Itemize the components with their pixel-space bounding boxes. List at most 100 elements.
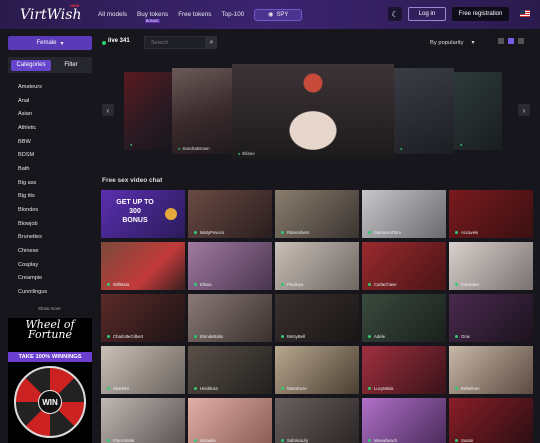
model-card[interactable]: SkarletX [101, 346, 185, 394]
model-card[interactable]: FrancisMar [101, 398, 185, 443]
gender-dropdown[interactable]: Female ▾ [8, 36, 92, 50]
model-card[interactable]: LucyMiela [362, 346, 446, 394]
carousel-next-button[interactable]: › [518, 104, 530, 116]
model-name: Elissa [200, 282, 212, 287]
grid-small-icon[interactable] [498, 38, 504, 44]
model-name: Accaveis [461, 230, 479, 235]
category-item[interactable]: Cosplay [18, 258, 90, 272]
tab-categories[interactable]: Categories [11, 59, 51, 71]
login-button[interactable]: Log in [408, 7, 446, 21]
spy-button[interactable]: ◉ SPY [254, 8, 303, 21]
online-dot-icon [281, 439, 284, 442]
model-card[interactable]: BellaRom [449, 346, 533, 394]
model-card[interactable]: MistyPovecs [188, 190, 272, 238]
category-item[interactable]: Asian [18, 107, 90, 121]
category-item[interactable]: Big tits [18, 190, 90, 204]
model-card[interactable]: BlondeBabs [188, 294, 272, 342]
model-name: RitaAmbers [287, 230, 310, 235]
site-logo[interactable]: VirtWish NEW [20, 3, 98, 23]
category-item[interactable]: Bath [18, 162, 90, 176]
model-card[interactable]: Onix [449, 294, 533, 342]
model-name: Adele [374, 334, 385, 339]
live-dot-icon [102, 41, 106, 45]
promo-bonus-tile[interactable]: GET UP TO 300 BONUS [101, 190, 185, 238]
model-card[interactable]: HeidiKiss [188, 346, 272, 394]
online-dot-icon [194, 387, 197, 390]
us-flag-icon[interactable] [520, 10, 530, 17]
carousel-item-name [460, 142, 464, 147]
nav-top-100[interactable]: Top-100 [221, 11, 244, 18]
category-item[interactable]: Big ass [18, 176, 90, 190]
model-card[interactable]: Meowbeach [362, 398, 446, 443]
model-card[interactable]: Elissa [188, 242, 272, 290]
online-dot-icon [455, 283, 458, 286]
nav-free-tokens[interactable]: Free tokens [178, 11, 211, 18]
category-item[interactable]: Creampie [18, 272, 90, 286]
gender-label: Female [36, 40, 57, 46]
model-card[interactable]: Susan [449, 398, 533, 443]
section-title: Free sex video chat [102, 177, 163, 184]
online-dot-icon [281, 335, 284, 338]
nav-buy-tokens[interactable]: Buy tokens BONUS [137, 11, 168, 23]
online-dot-icon [455, 439, 458, 442]
model-card[interactable]: Paulinya [275, 242, 359, 290]
search-input[interactable] [144, 36, 206, 49]
search-button[interactable]: ⌕ [206, 36, 217, 49]
carousel-item[interactable] [454, 72, 502, 150]
category-item[interactable]: BDSM [18, 148, 90, 162]
model-card[interactable]: ZoeBaker [449, 242, 533, 290]
model-card[interactable]: Adele [362, 294, 446, 342]
grid-large-icon[interactable] [508, 38, 514, 44]
category-item[interactable]: Anal [18, 94, 90, 108]
carousel-item-name [400, 146, 404, 151]
model-name: BetsyBell [287, 334, 305, 339]
model-name: WillMaia [113, 282, 130, 287]
theme-toggle-button[interactable]: ☾ [388, 7, 402, 21]
model-card[interactable]: WillMaia [101, 242, 185, 290]
online-dot-icon [455, 231, 458, 234]
category-item[interactable]: Blowjob [18, 217, 90, 231]
model-card[interactable]: BetsyBell [275, 294, 359, 342]
model-card[interactable]: DianaAndTom [362, 190, 446, 238]
chevron-down-icon: ▾ [471, 39, 475, 46]
model-card[interactable]: Micaella [188, 398, 272, 443]
nav-all-models[interactable]: All models [98, 11, 127, 18]
logo-new-badge: NEW [70, 2, 80, 8]
category-item[interactable]: Cunnilingus [18, 285, 90, 299]
model-name: Meowbeach [374, 438, 398, 443]
sort-dropdown[interactable]: By popularity ▾ [424, 36, 492, 49]
carousel-item[interactable] [394, 68, 454, 154]
model-card[interactable]: RitaAmbers [275, 190, 359, 238]
model-name: Micaella [200, 438, 216, 443]
category-item[interactable]: Blondes [18, 203, 90, 217]
main-nav: All models Buy tokens BONUS Free tokens T… [98, 8, 303, 23]
chevron-right-icon: › [522, 105, 526, 115]
tab-filter[interactable]: Filter [55, 60, 87, 71]
carousel-item[interactable]: SandraBrown [172, 68, 232, 154]
model-name: HeidiKiss [200, 386, 218, 391]
wheel-graphic: WIN [14, 366, 86, 438]
wheel-of-fortune-banner[interactable]: Wheel of Fortune TAKE 100% WINNINGS WIN [8, 318, 92, 443]
model-card[interactable]: Accaveis [449, 190, 533, 238]
category-item[interactable]: Amateurs [18, 80, 90, 94]
carousel-item-name: Eliseo [238, 151, 254, 156]
model-name: CarlaChase [374, 282, 397, 287]
online-dot-icon [455, 387, 458, 390]
view-toggle [498, 38, 524, 44]
model-name: BellaRom [461, 386, 480, 391]
model-name: Onix [461, 334, 470, 339]
model-card[interactable]: MaraRose [275, 346, 359, 394]
carousel-prev-button[interactable]: ‹ [102, 104, 114, 116]
list-icon[interactable] [518, 38, 524, 44]
category-item[interactable]: BBW [18, 135, 90, 149]
category-item[interactable]: Chinese [18, 244, 90, 258]
model-card[interactable]: SabrinaLily [275, 398, 359, 443]
category-item[interactable]: Athletic [18, 121, 90, 135]
register-button[interactable]: Free registration [452, 7, 509, 21]
carousel-item[interactable] [124, 72, 172, 150]
model-card[interactable]: CarlaChase [362, 242, 446, 290]
model-card[interactable]: CharlotteGilbert [101, 294, 185, 342]
show-more-link[interactable]: Show more [38, 306, 61, 311]
carousel-item-featured[interactable]: Eliseo [232, 64, 394, 159]
category-item[interactable]: Brunettes [18, 231, 90, 245]
